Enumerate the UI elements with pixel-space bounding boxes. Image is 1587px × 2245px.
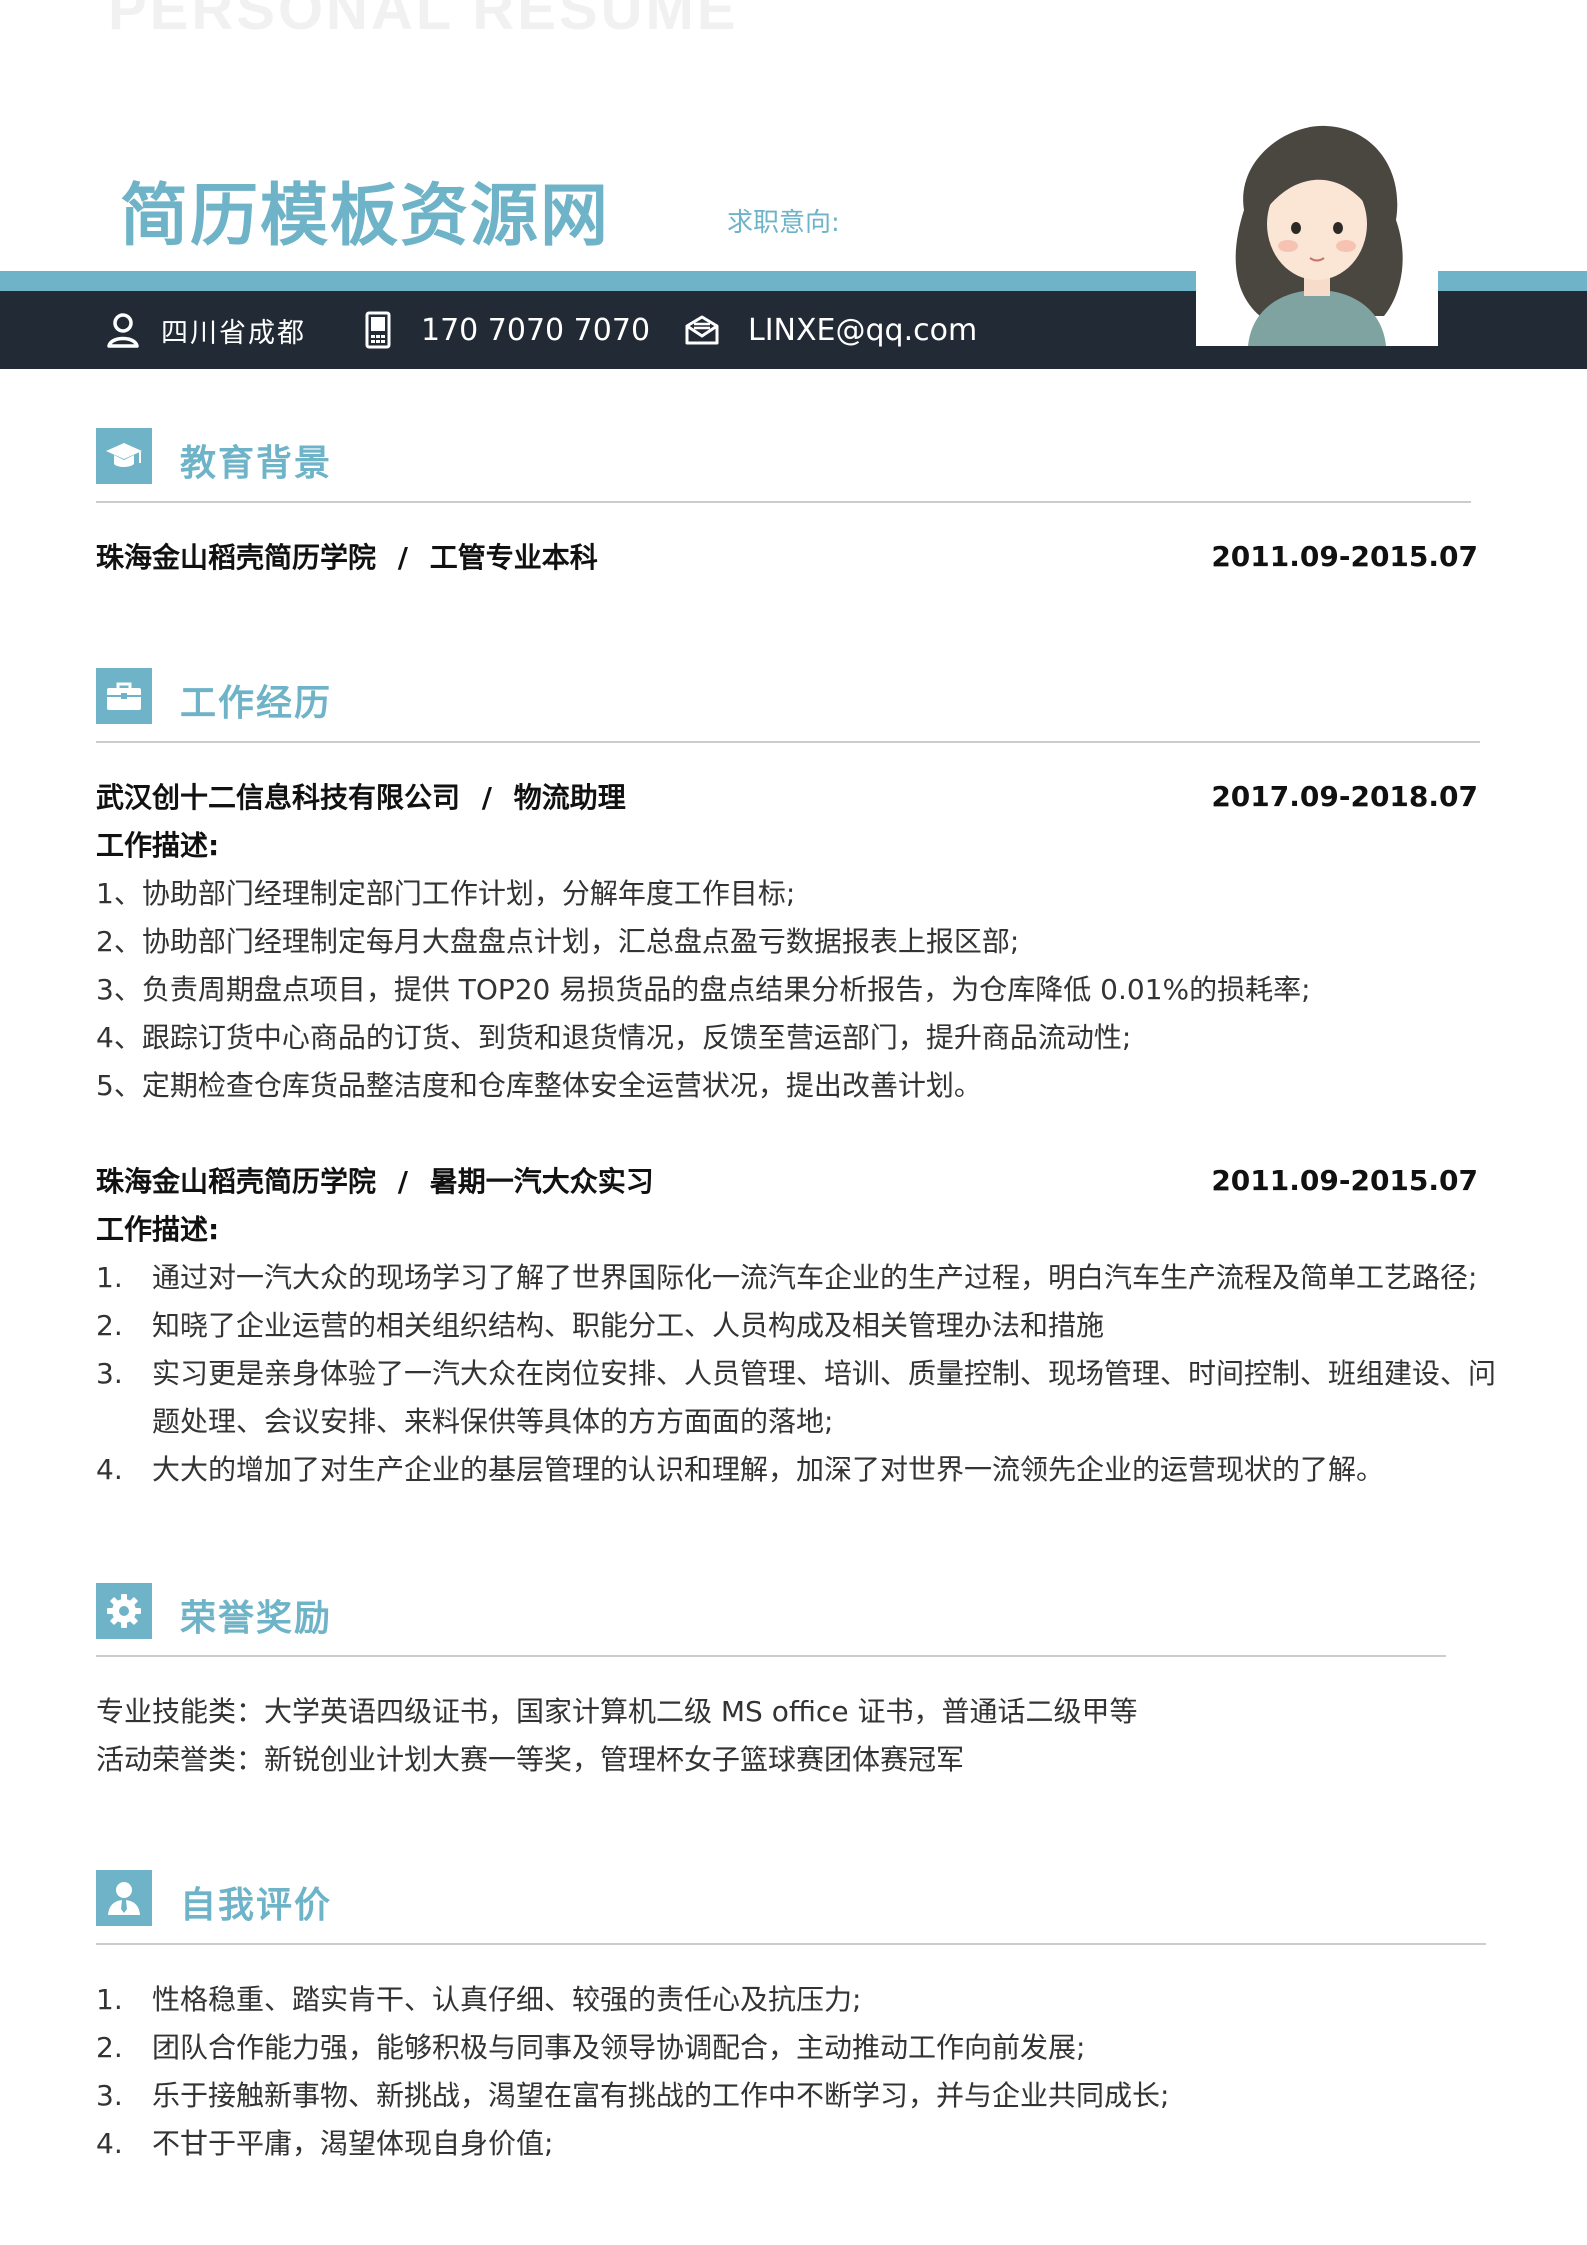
honor-line: 专业技能类：大学英语四级证书，国家计算机二级 MS office 证书，普通话二… [96,1695,1138,1728]
honor-line: 活动荣誉类：新锐创业计划大赛一等奖，管理杯女子篮球赛团体赛冠军 [96,1743,965,1776]
work-desc-label: 工作描述: [96,829,220,862]
self-eval-item: 4. 不甘于平庸，渴望体现自身价值; [96,2122,553,2162]
section-divider [96,741,1480,743]
mobile-phone-icon [365,311,391,349]
item-number: 1. [96,1983,123,2016]
role-name: 物流助理 [513,781,626,814]
section-title-education: 教育背景 [180,443,333,484]
envelope-icon [684,314,720,346]
gear-icon [96,1583,152,1639]
work-desc-item: 1、协助部门经理制定部门工作计划，分解年度工作目标; [96,877,796,910]
email-text: LINXE@qq.com [748,312,978,348]
education-entry: 珠海金山稻壳简历学院 / 工管专业本科 2011.09-2015.07 [96,536,1478,576]
separator: / [397,541,408,574]
self-eval-item: 1. 性格稳重、踏实肯干、认真仔细、较强的责任心及抗压力; [96,1978,861,2018]
work-desc-item: 5、定期检查仓库货品整洁度和仓库整体安全运营状况，提出改善计划。 [96,1069,982,1102]
item-text: 知晓了企业运营的相关组织结构、职能分工、人员构成及相关管理办法和措施 [152,1309,1105,1342]
work-desc-item: 4、跟踪订货中心商品的订货、到货和退货情况，反馈至营运部门，提升商品流动性; [96,1021,1132,1054]
contact-phone: 170 7070 7070 [365,291,650,369]
work-desc-label: 工作描述: [96,1213,220,1246]
work-desc-item: 1. 通过对一汽大众的现场学习了解了世界国际化一流汽车企业的生产过程，明白汽车生产… [96,1256,1477,1296]
company-name: 珠海金山稻壳简历学院 [96,1165,377,1198]
item-number: 4. [96,2127,123,2160]
phone-text: 170 7070 7070 [421,312,651,348]
work-desc-item: 3. 实习更是亲身体验了一汽大众在岗位安排、人员管理、培训、质量控制、现场管理、时… [96,1352,1496,1392]
person-pin-icon [105,311,141,349]
section-title-self: 自我评价 [180,1885,333,1926]
work-desc-item: 2、协助部门经理制定每月大盘盘点计划，汇总盘点盈亏数据报表上报区部; [96,925,1020,958]
job-intent-label: 求职意向: [727,208,840,238]
location-text: 四川省成都 [161,317,306,349]
separator: / [397,1165,408,1198]
school-name: 珠海金山稻壳简历学院 [96,541,377,574]
entry-date: 2017.09-2018.07 [1211,779,1478,813]
section-divider [96,1655,1446,1657]
section-divider [96,1943,1486,1945]
item-number: 3. [96,1357,123,1390]
entry-date: 2011.09-2015.07 [1211,539,1478,573]
item-text: 通过对一汽大众的现场学习了解了世界国际化一流汽车企业的生产过程，明白汽车生产流程… [152,1261,1478,1294]
briefcase-icon [96,668,152,724]
work-desc-item: 2. 知晓了企业运营的相关组织结构、职能分工、人员构成及相关管理办法和措施 [96,1304,1104,1344]
item-text: 性格稳重、踏实肯干、认真仔细、较强的责任心及抗压力; [152,1983,862,2016]
item-text: 大大的增加了对生产企业的基层管理的认识和理解，加深了对世界一流领先企业的运营现状… [152,1453,1385,1486]
watermark-text: PERSONAL RESUME [108,0,739,42]
item-number: 2. [96,2031,123,2064]
work-entry-header: 武汉创十二信息科技有限公司 / 物流助理 2017.09-2018.07 [96,776,1478,816]
work-entry-header: 珠海金山稻壳简历学院 / 暑期一汽大众实习 2011.09-2015.07 [96,1160,1478,1200]
item-number: 3. [96,2079,123,2112]
self-eval-item: 2. 团队合作能力强，能够积极与同事及领导协调配合，主动推动工作向前发展; [96,2026,1085,2066]
section-title-honors: 荣誉奖励 [180,1598,333,1639]
item-text: 实习更是亲身体验了一汽大众在岗位安排、人员管理、培训、质量控制、现场管理、时间控… [152,1357,1497,1390]
work-desc-item: 4. 大大的增加了对生产企业的基层管理的认识和理解，加深了对世界一流领先企业的运营… [96,1448,1384,1488]
avatar [1196,120,1438,346]
role-name: 暑期一汽大众实习 [429,1165,654,1198]
item-text: 团队合作能力强，能够积极与同事及领导协调配合，主动推动工作向前发展; [152,2031,1086,2064]
item-number: 1. [96,1261,123,1294]
graduation-cap-icon [96,428,152,484]
major-name: 工管专业本科 [429,541,598,574]
self-eval-item: 3. 乐于接触新事物、新挑战，渴望在富有挑战的工作中不断学习，并与企业共同成长; [96,2074,1169,2114]
item-number: 2. [96,1309,123,1342]
item-number: 4. [96,1453,123,1486]
entry-date: 2011.09-2015.07 [1211,1163,1478,1197]
work-desc-item: 3、负责周期盘点项目，提供 TOP20 易损货品的盘点结果分析报告，为仓库降低 … [96,973,1311,1006]
person-tie-icon [96,1870,152,1926]
item-text: 不甘于平庸，渴望体现自身价值; [152,2127,554,2160]
company-name: 武汉创十二信息科技有限公司 [96,781,461,814]
separator: / [481,781,492,814]
work-desc-item-continued: 题处理、会议安排、来料保供等具体的方方面面的落地; [152,1405,834,1438]
contact-location: 四川省成都 [105,291,306,369]
candidate-name: 简历模板资源网 [120,177,611,256]
section-title-work: 工作经历 [180,683,333,724]
contact-email: LINXE@qq.com [684,291,977,369]
item-text: 乐于接触新事物、新挑战，渴望在富有挑战的工作中不断学习，并与企业共同成长; [152,2079,1170,2112]
section-divider [96,501,1471,503]
